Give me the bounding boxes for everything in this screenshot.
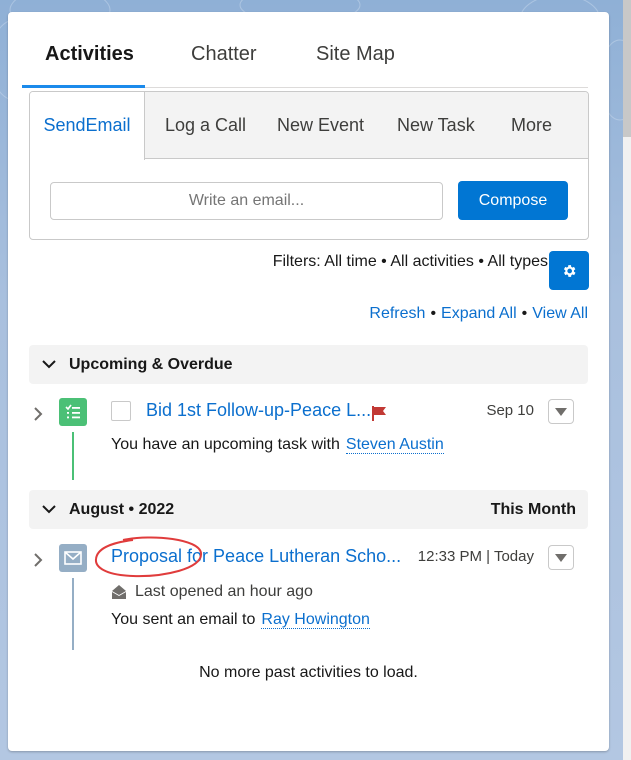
caret-down-icon: [555, 553, 567, 562]
separator: •: [521, 305, 528, 322]
active-tab-indicator: [22, 85, 145, 88]
tab-chatter[interactable]: Chatter: [191, 39, 257, 89]
tab-label: Site Map: [316, 43, 395, 65]
gear-icon: [563, 264, 576, 277]
timeline-item-email: Proposal for Peace Lutheran Scho... 12:3…: [29, 544, 588, 654]
tab-label: Chatter: [191, 43, 257, 65]
chevron-down-icon: [42, 360, 56, 369]
task-complete-checkbox[interactable]: [111, 401, 131, 421]
section-header-upcoming[interactable]: Upcoming & Overdue: [29, 345, 588, 384]
task-list-glyph: [65, 404, 80, 419]
publisher-tab-new-event[interactable]: New Event: [277, 92, 364, 159]
task-description: You have an upcoming task with Steven Aus…: [111, 436, 444, 454]
compose-label: Compose: [478, 192, 548, 209]
publisher-tab-more[interactable]: More: [511, 92, 552, 159]
tab-activities[interactable]: Activities: [45, 39, 134, 89]
section-header-month[interactable]: August • 2022 This Month: [29, 490, 588, 529]
publisher-tab-label: SendEmail: [43, 115, 131, 135]
publisher-tab-new-task[interactable]: New Task: [397, 92, 475, 159]
publisher-tab-label: Log a Call: [165, 115, 247, 135]
tab-site-map[interactable]: Site Map: [316, 39, 395, 89]
chevron-right-icon[interactable]: [33, 552, 43, 568]
task-sub-text: You have an upcoming task with: [111, 436, 340, 453]
section-title: August • 2022: [69, 501, 175, 518]
publisher-tabs: SendEmail Log a Call New Event New Task …: [30, 92, 588, 160]
publisher-tab-label: New Task: [397, 115, 475, 135]
chevron-down-icon: [42, 505, 56, 514]
opened-text: Last opened an hour ago: [135, 583, 313, 600]
caret-down-icon: [555, 407, 567, 416]
chevron-right-icon[interactable]: [33, 406, 43, 422]
email-timestamp: 12:33 PM | Today: [417, 548, 534, 565]
scrollbar-thumb[interactable]: [623, 0, 631, 137]
filters-summary: Filters: All time • All activities • All…: [272, 253, 548, 270]
envelope-glyph: [64, 551, 82, 565]
email-subject-link[interactable]: Proposal for Peace Lutheran Scho...: [111, 546, 401, 567]
email-opened-status: Last opened an hour ago: [111, 583, 313, 601]
contact-link[interactable]: Steven Austin: [345, 436, 444, 454]
task-due-date: Sep 10: [486, 402, 534, 419]
refresh-link[interactable]: Refresh: [369, 305, 425, 322]
tab-label: Activities: [45, 43, 134, 65]
top-tabs: Activities Chatter Site Map: [22, 38, 588, 89]
task-icon: [59, 398, 87, 426]
publisher-tab-log-a-call[interactable]: Log a Call: [165, 92, 246, 159]
publisher-tab-label: New Event: [277, 115, 365, 135]
timeline-line: [72, 432, 74, 480]
item-menu-button[interactable]: [548, 399, 574, 424]
recipient-link[interactable]: Ray Howington: [261, 611, 370, 629]
email-sub-text: You sent an email to: [111, 611, 256, 628]
email-icon: [59, 544, 87, 572]
task-title-link[interactable]: Bid 1st Follow-up-Peace L...: [146, 400, 371, 421]
email-input[interactable]: [50, 182, 443, 220]
email-opened-icon: [112, 585, 126, 599]
separator: •: [430, 305, 437, 322]
email-description: You sent an email to Ray Howington: [111, 611, 370, 629]
flag-icon: [372, 406, 386, 421]
view-all-link[interactable]: View All: [532, 305, 588, 322]
publisher-tab-send-email[interactable]: SendEmail: [30, 92, 145, 160]
activity-publisher: SendEmail Log a Call New Event New Task …: [29, 91, 589, 240]
item-menu-button[interactable]: [548, 545, 574, 570]
no-more-activities: No more past activities to load.: [199, 664, 418, 681]
compose-button[interactable]: Compose: [458, 181, 568, 220]
section-title: Upcoming & Overdue: [69, 356, 233, 373]
expand-all-link[interactable]: Expand All: [441, 305, 517, 322]
filter-settings-button[interactable]: [549, 251, 589, 290]
timeline-item-task: Bid 1st Follow-up-Peace L... Sep 10 You …: [29, 398, 588, 482]
section-period-label: This Month: [490, 501, 576, 518]
timeline-actions: Refresh • Expand All • View All: [369, 305, 588, 323]
timeline-line: [72, 578, 74, 650]
publisher-tab-label: More: [511, 115, 553, 135]
